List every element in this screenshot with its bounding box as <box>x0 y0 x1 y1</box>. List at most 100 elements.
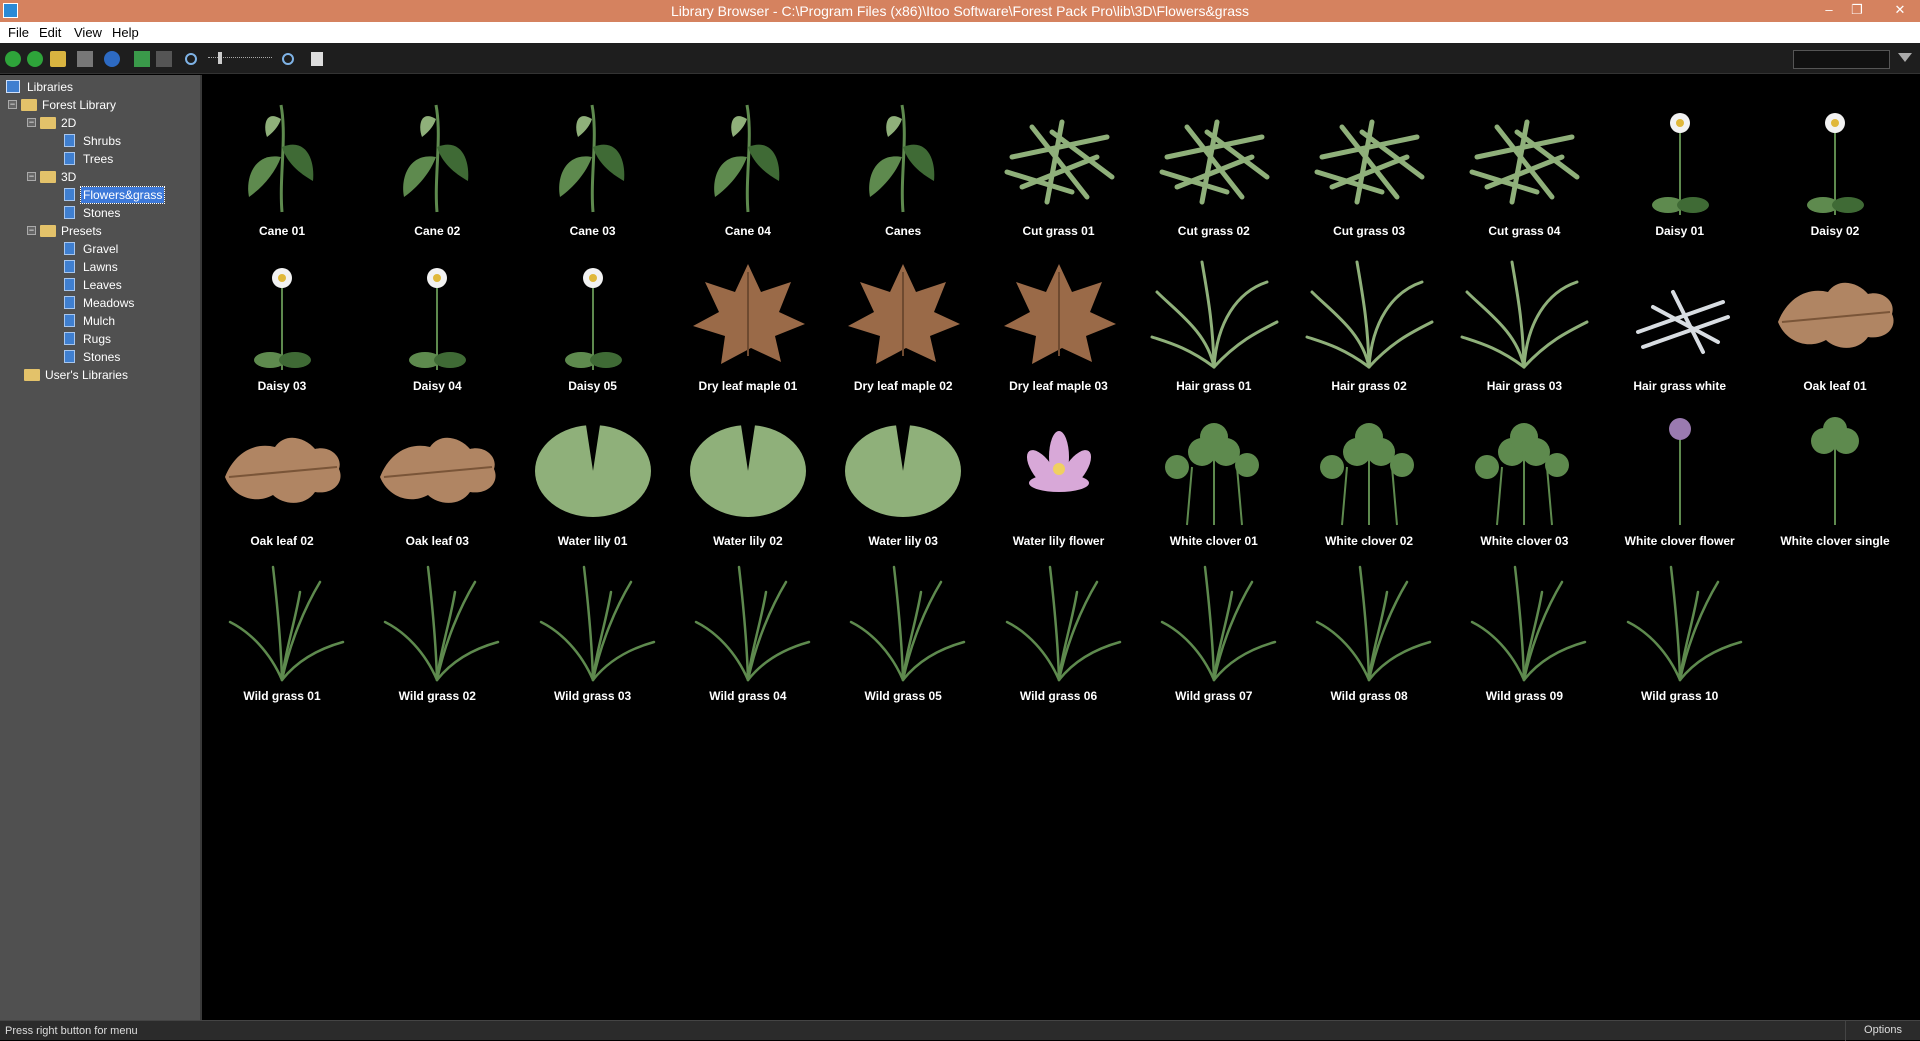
library-item[interactable]: Wild grass 04 <box>673 562 823 717</box>
library-item[interactable]: White clover flower <box>1605 407 1755 562</box>
library-item[interactable]: Wild grass 09 <box>1449 562 1599 717</box>
library-item[interactable]: White clover 02 <box>1294 407 1444 562</box>
wild-thumbnail <box>1160 565 1277 682</box>
tree-item-meadows[interactable]: Meadows <box>64 293 136 311</box>
clover-thumbnail <box>1475 423 1570 526</box>
checklist-icon[interactable] <box>311 52 323 66</box>
library-item[interactable]: Wild grass 01 <box>207 562 357 717</box>
library-item[interactable]: Water lily 02 <box>673 407 823 562</box>
library-item[interactable]: Wild grass 05 <box>828 562 978 717</box>
library-item[interactable]: Wild grass 07 <box>1139 562 1289 717</box>
item-label: Cane 02 <box>414 224 461 238</box>
item-label: Dry leaf maple 02 <box>853 379 953 393</box>
forward-arrow-icon[interactable] <box>27 51 43 67</box>
close-button[interactable]: ✕ <box>1890 2 1910 18</box>
library-item[interactable]: Daisy 05 <box>518 252 668 407</box>
library-item[interactable]: Daisy 02 <box>1760 97 1910 252</box>
collapse-icon[interactable]: − <box>27 118 36 128</box>
tree-item-forest-library[interactable]: − Forest Library <box>8 95 118 113</box>
library-item[interactable]: Hair grass 02 <box>1294 252 1444 407</box>
library-item[interactable]: Wild grass 03 <box>518 562 668 717</box>
library-item[interactable]: Wild grass 06 <box>984 562 1134 717</box>
slider-handle[interactable] <box>218 52 222 64</box>
stem-thumbnail <box>558 104 624 213</box>
library-item[interactable]: Oak leaf 03 <box>362 407 512 562</box>
library-item[interactable]: White clover 01 <box>1139 407 1289 562</box>
library-item[interactable]: Cane 03 <box>518 97 668 252</box>
library-item[interactable]: Cane 02 <box>362 97 512 252</box>
library-item[interactable]: Cut grass 01 <box>984 97 1134 252</box>
collapse-icon[interactable]: − <box>27 226 36 236</box>
tree-item-trees[interactable]: Trees <box>64 149 115 167</box>
item-label: Oak leaf 02 <box>250 534 314 548</box>
restore-button[interactable]: ❐ <box>1847 2 1867 18</box>
menu-bar: File Edit View Help <box>0 22 1920 43</box>
tree-item-2d[interactable]: −2D <box>27 113 78 131</box>
menu-edit[interactable]: Edit <box>39 25 61 40</box>
refresh-icon[interactable] <box>104 51 120 67</box>
hair-thumbnail <box>1305 260 1434 369</box>
library-item[interactable]: Wild grass 02 <box>362 562 512 717</box>
tree-item-stones-preset[interactable]: Stones <box>64 347 122 365</box>
menu-file[interactable]: File <box>8 25 29 40</box>
library-item[interactable]: Cane 01 <box>207 97 357 252</box>
tree-item-3d[interactable]: −3D <box>27 167 78 185</box>
save-icon[interactable] <box>77 51 93 67</box>
open-folder-icon[interactable] <box>50 51 66 67</box>
cut-thumbnail <box>1004 119 1114 205</box>
item-label: Daisy 04 <box>412 379 462 393</box>
menu-help[interactable]: Help <box>112 25 139 40</box>
tree-item-lawns[interactable]: Lawns <box>64 257 120 275</box>
library-item[interactable]: Water lily flower <box>984 407 1134 562</box>
collapse-icon[interactable]: − <box>27 172 36 182</box>
library-item[interactable]: Dry leaf maple 03 <box>984 252 1134 407</box>
library-item[interactable]: White clover 03 <box>1449 407 1599 562</box>
options-button[interactable]: Options <box>1845 1021 1920 1041</box>
library-item[interactable]: Dry leaf maple 01 <box>673 252 823 407</box>
back-arrow-icon[interactable] <box>5 51 21 67</box>
library-item[interactable]: Daisy 03 <box>207 252 357 407</box>
search-input[interactable] <box>1793 50 1890 69</box>
sort-icon[interactable] <box>134 51 150 67</box>
zoom-out-icon[interactable] <box>185 53 197 65</box>
tree-item-gravel[interactable]: Gravel <box>64 239 120 257</box>
filter-icon[interactable] <box>1898 53 1912 62</box>
tree-item-mulch[interactable]: Mulch <box>64 311 117 329</box>
library-book-icon <box>64 332 75 346</box>
tree-item-users-libraries[interactable]: User's Libraries <box>24 365 130 383</box>
zoom-in-icon[interactable] <box>282 53 294 65</box>
library-item[interactable]: White clover single <box>1760 407 1910 562</box>
collapse-icon[interactable]: − <box>8 100 17 110</box>
language-icon[interactable] <box>156 51 172 67</box>
tree-item-stones[interactable]: Stones <box>64 203 122 221</box>
library-item[interactable]: Dry leaf maple 02 <box>828 252 978 407</box>
daisy-thumbnail <box>254 268 311 370</box>
tree-item-libraries[interactable]: Libraries <box>6 77 75 95</box>
oak-thumbnail <box>1778 282 1894 348</box>
library-item[interactable]: Water lily 01 <box>518 407 668 562</box>
minimize-button[interactable]: ‒ <box>1819 2 1839 18</box>
library-item[interactable]: Oak leaf 01 <box>1760 252 1910 407</box>
library-item[interactable]: Cut grass 02 <box>1139 97 1289 252</box>
menu-view[interactable]: View <box>74 25 102 40</box>
library-item[interactable]: Wild grass 08 <box>1294 562 1444 717</box>
library-item[interactable]: Water lily 03 <box>828 407 978 562</box>
library-item[interactable]: Wild grass 10 <box>1605 562 1755 717</box>
library-item[interactable]: Hair grass 01 <box>1139 252 1289 407</box>
tree-item-shrubs[interactable]: Shrubs <box>64 131 123 149</box>
library-item[interactable]: Cane 04 <box>673 97 823 252</box>
library-item[interactable]: Daisy 01 <box>1605 97 1755 252</box>
library-item[interactable]: Cut grass 03 <box>1294 97 1444 252</box>
library-item[interactable]: Hair grass white <box>1605 252 1755 407</box>
tree-item-presets[interactable]: − Presets <box>27 221 104 239</box>
tree-item-leaves[interactable]: Leaves <box>64 275 124 293</box>
library-item[interactable]: Canes <box>828 97 978 252</box>
tree-item-rugs[interactable]: Rugs <box>64 329 113 347</box>
item-label: Cane 03 <box>569 224 616 238</box>
library-item[interactable]: Daisy 04 <box>362 252 512 407</box>
library-item[interactable]: Oak leaf 02 <box>207 407 357 562</box>
wild-thumbnail <box>228 565 345 682</box>
library-item[interactable]: Hair grass 03 <box>1449 252 1599 407</box>
tree-item-flowers-grass[interactable]: Flowers&grass <box>64 185 166 204</box>
library-item[interactable]: Cut grass 04 <box>1449 97 1599 252</box>
